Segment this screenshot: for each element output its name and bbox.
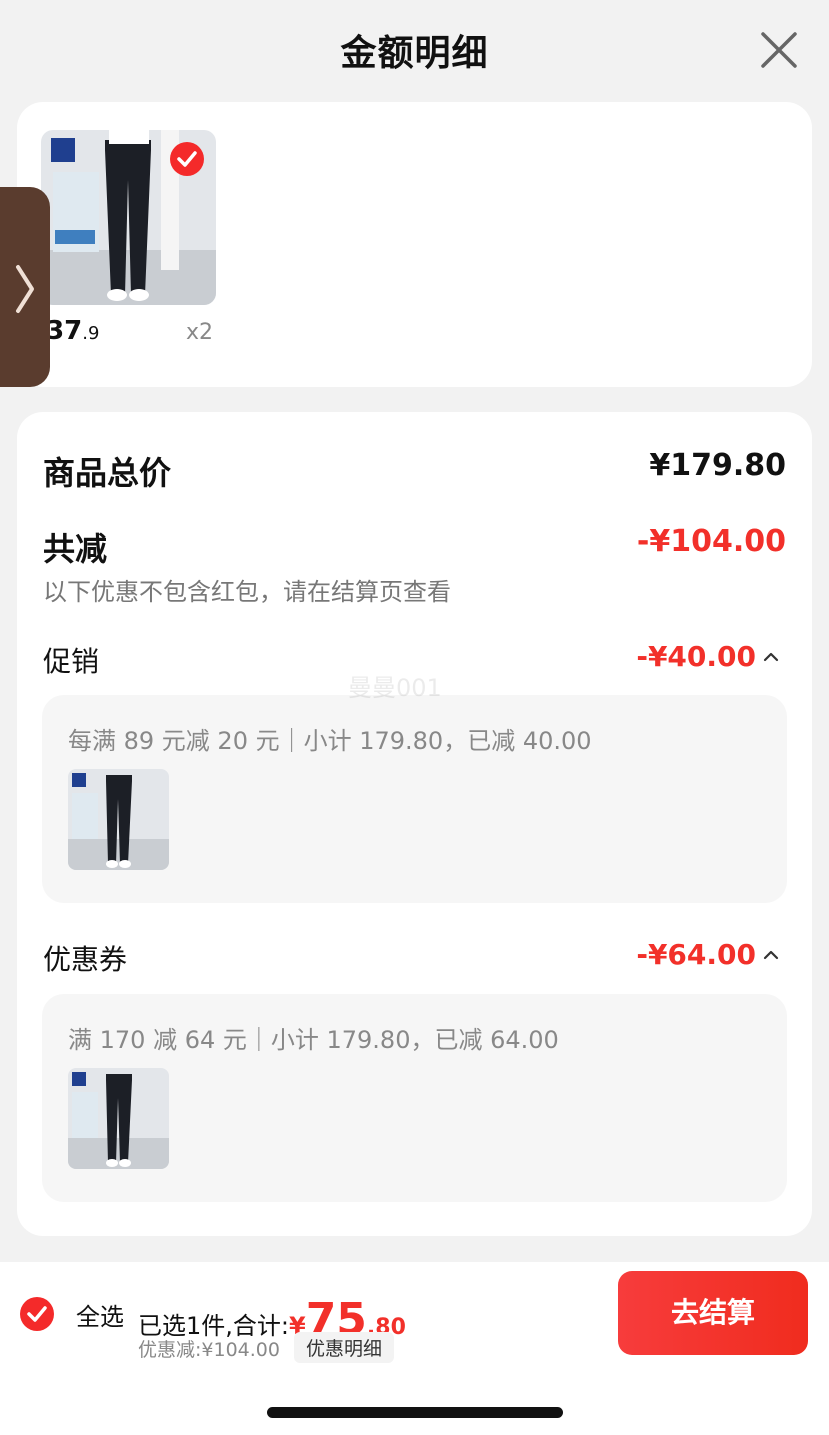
checkout-button[interactable]: 去结算 [618,1271,808,1355]
home-indicator [267,1407,563,1418]
select-all-label[interactable]: 全选 [76,1297,124,1332]
discount-note: 以下优惠不包含红包，请在结算页查看 [43,578,451,606]
coupon-label: 优惠券 [43,943,128,976]
reduce-label: 共减 [43,530,108,568]
promotion-detail-text: 每满 89 元减 20 元｜小计 179.80，已减 40.00 [68,727,592,755]
select-all-check-icon[interactable] [20,1297,54,1331]
product-card [17,102,812,387]
side-drawer-handle[interactable] [0,187,50,387]
discount-detail-button[interactable]: 优惠明细 [294,1332,395,1363]
bottom-bar: 全选 已选1件,合计: ¥ 75 .80 优惠减:¥104.00 优惠明细 去结… [0,1262,829,1435]
summary-card: 商品总价 ¥179.80 共减 -¥104.00 以下优惠不包含红包，请在结算页… [17,412,812,1236]
watermark: 曼曼001 [348,674,442,702]
chevron-right-icon [16,265,34,313]
coupon-detail-box: 满 170 减 64 元｜小计 179.80，已减 64.00 [42,994,787,1202]
product-quantity: x2 [186,320,214,345]
header: 金额明细 [0,0,829,100]
total-price-label: 商品总价 [43,454,172,492]
coupon-detail-text: 满 170 减 64 元｜小计 179.80，已减 64.00 [68,1026,559,1054]
chevron-up-icon [763,652,779,661]
promotion-value: -¥40.00 [636,640,756,673]
selected-check-icon[interactable] [170,142,204,176]
coupon-product-thumb [68,1068,169,1169]
product-image[interactable] [41,130,216,305]
total-price-value: ¥179.80 [649,448,786,483]
coupon-toggle[interactable]: -¥64.00 [636,938,780,971]
discount-amount: 优惠减:¥104.00 [138,1339,280,1361]
close-icon[interactable] [759,30,799,70]
promotion-detail-box: 每满 89 元减 20 元｜小计 179.80，已减 40.00 [42,695,787,903]
promotion-label: 促销 [43,645,100,678]
promotion-toggle[interactable]: -¥40.00 [636,640,780,673]
product-price-decimal: .9 [82,323,100,344]
chevron-up-icon [763,950,779,959]
reduce-value: -¥104.00 [636,524,786,559]
promotion-product-thumb [68,769,169,870]
coupon-value: -¥64.00 [636,938,756,971]
page-title: 金额明细 [340,33,489,74]
